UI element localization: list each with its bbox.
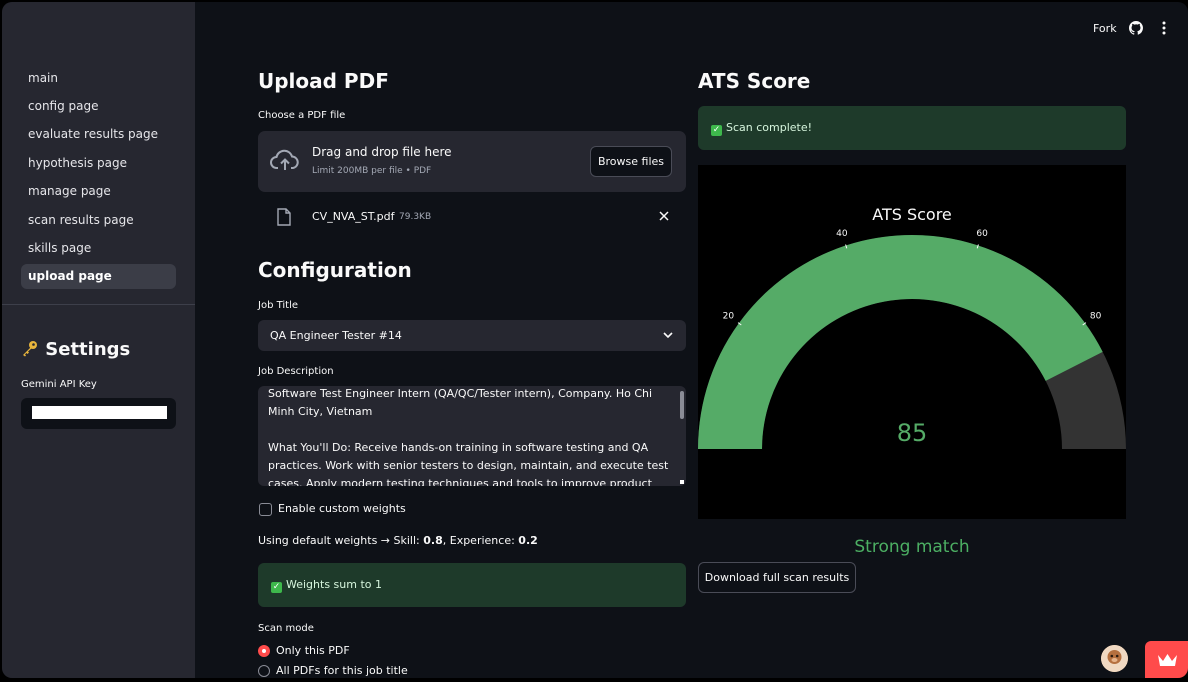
gauge-tick-label: 40 <box>836 229 848 239</box>
avatar-icon <box>1101 645 1128 672</box>
sidebar-item-main[interactable]: main <box>21 66 176 91</box>
job-description-text: Software Test Engineer Intern (QA/QC/Tes… <box>268 387 669 486</box>
gauge-tick-label: 60 <box>976 229 988 239</box>
configuration-title: Configuration <box>258 258 412 282</box>
default-weights-text: Using default weights → Skill: 0.8, Expe… <box>258 534 538 547</box>
github-icon[interactable] <box>1129 21 1143 35</box>
weights-sum-alert: ✓ Weights sum to 1 <box>258 563 686 607</box>
radio-all-pdfs[interactable] <box>258 665 270 677</box>
job-description-label: Job Description <box>258 366 334 377</box>
gauge-svg: ATS Score 20 40 60 80 85 <box>698 205 1126 449</box>
skill-weight: 0.8 <box>423 534 443 547</box>
sidebar-item-config[interactable]: config page <box>21 94 176 119</box>
file-dropzone[interactable]: Drag and drop file here Limit 200MB per … <box>258 131 686 192</box>
job-title-label: Job Title <box>258 300 299 311</box>
streamlit-crown-button[interactable] <box>1145 641 1188 678</box>
api-key-label: Gemini API Key <box>21 379 97 390</box>
sidebar-item-evaluate-results[interactable]: evaluate results page <box>21 122 176 147</box>
scan-mode-option-label: Only this PDF <box>276 644 350 657</box>
chevron-down-icon <box>663 332 673 339</box>
custom-weights-label: Enable custom weights <box>278 502 406 515</box>
gauge-value-bar <box>698 235 1103 449</box>
scan-mode-label: Scan mode <box>258 623 314 634</box>
browse-files-button[interactable]: Browse files <box>590 146 672 177</box>
key-icon <box>23 341 37 357</box>
experience-label: , Experience: <box>442 534 519 547</box>
avatar[interactable] <box>1101 645 1128 672</box>
gauge-title: ATS Score <box>872 205 952 224</box>
close-icon[interactable] <box>659 211 669 221</box>
scan-mode-option-label: All PDFs for this job title <box>276 664 408 677</box>
gauge-tick-label: 80 <box>1090 312 1102 322</box>
check-icon: ✓ <box>271 582 282 593</box>
dropzone-title: Drag and drop file here <box>312 145 452 159</box>
download-results-button[interactable]: Download full scan results <box>698 562 856 593</box>
api-key-input[interactable] <box>21 398 176 429</box>
gauge-tick-label: 20 <box>723 312 735 322</box>
file-icon <box>277 208 291 226</box>
scan-complete-alert: ✓ Scan complete! <box>698 106 1126 150</box>
job-title-select[interactable]: QA Engineer Tester #14 <box>258 320 686 351</box>
textarea-scrollbar[interactable] <box>680 391 684 419</box>
match-label: Strong match <box>854 537 970 557</box>
cloud-upload-icon <box>270 149 299 170</box>
experience-weight: 0.2 <box>518 534 538 547</box>
sidebar-item-hypothesis[interactable]: hypothesis page <box>21 151 176 176</box>
file-name: CV_NVA_ST.pdf <box>312 210 395 223</box>
weights-sum-message: Weights sum to 1 <box>286 578 383 591</box>
app-window: main config page evaluate results page h… <box>2 2 1188 678</box>
settings-title: Settings <box>45 339 131 360</box>
kebab-menu-icon[interactable] <box>1157 20 1171 36</box>
weights-prefix: Using default weights → Skill: <box>258 534 424 547</box>
custom-weights-checkbox[interactable] <box>259 503 272 516</box>
radio-only-this-pdf[interactable] <box>258 645 270 657</box>
sidebar-item-upload[interactable]: upload page <box>21 264 176 289</box>
ats-title: ATS Score <box>698 69 811 93</box>
check-icon: ✓ <box>711 125 722 136</box>
sidebar-item-scan-results[interactable]: scan results page <box>21 208 176 233</box>
fork-link[interactable]: Fork <box>1093 22 1117 35</box>
api-key-masked-value <box>32 406 167 419</box>
job-title-value: QA Engineer Tester #14 <box>270 329 402 342</box>
sidebar-item-manage[interactable]: manage page <box>21 179 176 204</box>
file-size: 79.3KB <box>399 212 432 222</box>
sidebar-item-skills[interactable]: skills page <box>21 236 176 261</box>
uploaded-file-row: CV_NVA_ST.pdf 79.3KB <box>258 200 686 230</box>
crown-icon <box>1158 654 1177 666</box>
upload-title: Upload PDF <box>258 69 389 93</box>
gauge-value: 85 <box>897 419 928 447</box>
textarea-resize-handle[interactable] <box>680 480 684 484</box>
scan-complete-message: Scan complete! <box>726 121 813 134</box>
sidebar-divider <box>2 304 195 305</box>
file-uploader-label: Choose a PDF file <box>258 110 346 121</box>
job-description-textarea[interactable]: Software Test Engineer Intern (QA/QC/Tes… <box>258 386 686 486</box>
ats-gauge-chart: ATS Score 20 40 60 80 85 <box>698 165 1126 519</box>
settings-heading: Settings <box>21 339 130 360</box>
sidebar: main config page evaluate results page h… <box>2 2 195 678</box>
dropzone-subtitle: Limit 200MB per file • PDF <box>312 166 432 176</box>
